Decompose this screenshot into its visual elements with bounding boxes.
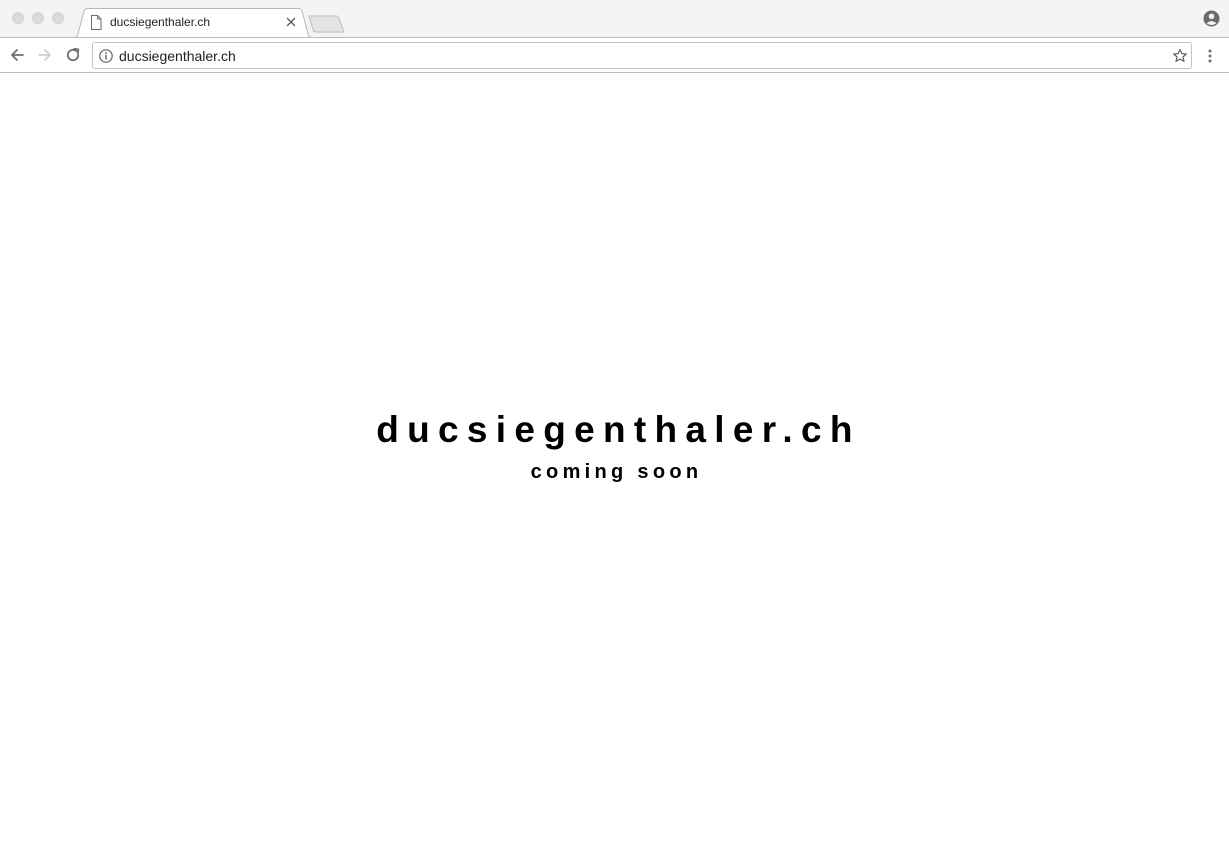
coming-soon-text: coming soon xyxy=(530,461,703,483)
bookmark-star-icon[interactable] xyxy=(1172,48,1188,64)
page-viewport: ducsiegenthaler.ch coming soon xyxy=(0,73,1229,849)
url-input[interactable] xyxy=(119,45,1159,66)
more-menu-icon[interactable] xyxy=(1203,47,1217,65)
forward-arrow-icon[interactable] xyxy=(36,46,54,64)
back-arrow-icon[interactable] xyxy=(8,46,26,64)
close-tab-icon[interactable] xyxy=(284,15,298,29)
tab-active[interactable]: ducsiegenthaler.ch xyxy=(70,8,316,38)
browser-toolbar xyxy=(0,37,1229,73)
window-minimize-button[interactable] xyxy=(32,12,44,24)
window-maximize-button[interactable] xyxy=(52,12,64,24)
info-icon[interactable] xyxy=(99,49,113,63)
new-tab-button[interactable] xyxy=(308,15,346,33)
site-title: ducsiegenthaler.ch xyxy=(376,409,861,450)
page-icon xyxy=(91,15,102,30)
window-close-button[interactable] xyxy=(12,12,24,24)
tab-strip: ducsiegenthaler.ch xyxy=(0,0,1229,38)
address-bar[interactable] xyxy=(92,42,1192,69)
tab-title: ducsiegenthaler.ch xyxy=(110,15,211,29)
profile-icon[interactable] xyxy=(1203,10,1220,27)
browser-window: ducsiegenthaler.ch ducsiegenthaler.ch du… xyxy=(0,0,1229,849)
hero: ducsiegenthaler.ch coming soon xyxy=(0,411,1229,482)
reload-icon[interactable] xyxy=(64,46,82,64)
